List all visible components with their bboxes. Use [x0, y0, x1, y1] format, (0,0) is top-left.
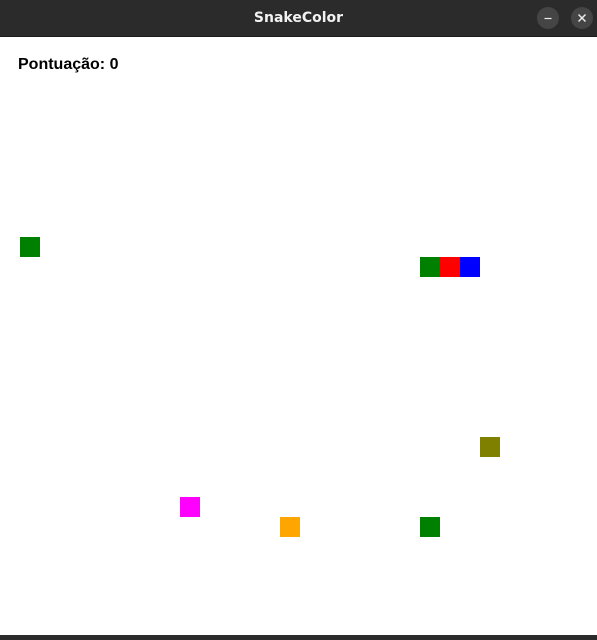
- snake-segment: [460, 257, 480, 277]
- score-display: Pontuação: 0: [18, 56, 118, 74]
- snake-head: [420, 257, 440, 277]
- minimize-icon: [544, 17, 552, 20]
- close-icon: [578, 14, 586, 22]
- app-window: SnakeColor Pontuação: 0: [0, 0, 597, 640]
- food-block: [280, 517, 300, 537]
- game-board[interactable]: Pontuação: 0: [0, 37, 597, 635]
- food-block: [480, 437, 500, 457]
- minimize-button[interactable]: [537, 7, 559, 29]
- title-bar[interactable]: SnakeColor: [0, 0, 597, 37]
- score-value: 0: [109, 56, 119, 73]
- window-title: SnakeColor: [253, 10, 344, 26]
- window-bottom-border: [0, 635, 597, 640]
- food-block: [420, 517, 440, 537]
- close-button[interactable]: [571, 7, 593, 29]
- score-label: Pontuação:: [18, 56, 106, 73]
- food-block: [20, 237, 40, 257]
- food-block: [180, 497, 200, 517]
- snake-segment: [440, 257, 460, 277]
